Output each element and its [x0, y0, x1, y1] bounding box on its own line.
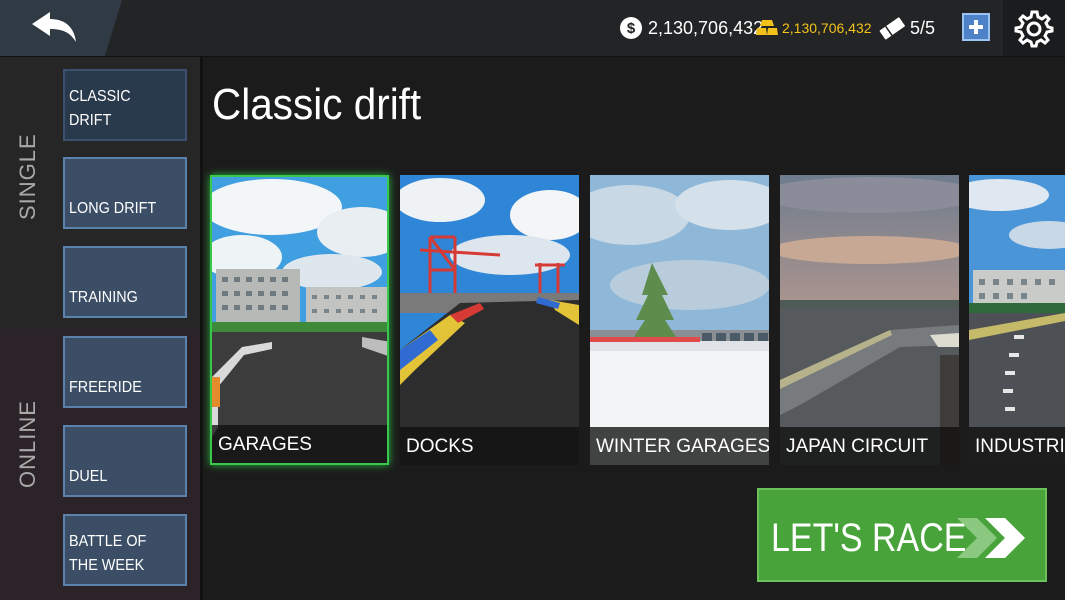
- track-preview-industrial: [969, 175, 1065, 465]
- mode-duel-button[interactable]: DUEL: [63, 425, 187, 497]
- track-label: DOCKS: [400, 427, 579, 465]
- track-card-industrial[interactable]: INDUSTRIAL: [969, 175, 1065, 465]
- track-preview-japan-circuit: [780, 175, 959, 465]
- mode-label: CLASSIC DRIFT: [69, 88, 131, 129]
- track-preview-docks: [400, 175, 579, 465]
- plus-icon: [969, 20, 983, 34]
- track-preview-garages: [212, 177, 387, 463]
- page-title: Classic drift: [212, 80, 422, 129]
- gold-amount: 2,130,706,432: [782, 20, 872, 36]
- cash-display: $ 2,130,706,432: [620, 14, 763, 42]
- tickets-count: 5/5: [910, 17, 936, 38]
- mode-label: BATTLE OF THE WEEK: [69, 533, 147, 574]
- mode-label: LONG DRIFT: [69, 200, 157, 217]
- online-section-label: ONLINE: [15, 400, 40, 488]
- mode-label: TRAINING: [69, 289, 138, 306]
- top-bar: $ 2,130,706,432 2,130,706,432 5/5: [0, 0, 1065, 57]
- gold-display: 2,130,706,432: [756, 14, 872, 42]
- track-label: JAPAN CIRCUIT: [780, 427, 959, 465]
- tickets-display: 5/5: [878, 14, 935, 42]
- dollar-coin-icon: $: [620, 17, 642, 39]
- back-button[interactable]: [0, 0, 122, 56]
- back-arrow-icon: [32, 12, 76, 42]
- single-section-label: SINGLE: [15, 133, 40, 220]
- mode-freeride-button[interactable]: FREERIDE: [63, 336, 187, 408]
- track-label: WINTER GARAGES: [590, 427, 769, 465]
- add-tickets-button[interactable]: [962, 13, 990, 41]
- mode-sidebar: SINGLE ONLINE CLASSIC DRIFT LONG DRIFT T…: [0, 57, 200, 600]
- ticket-icon: [879, 17, 905, 40]
- cash-amount: 2,130,706,432: [648, 17, 764, 38]
- track-label: INDUSTRIAL: [969, 427, 1065, 465]
- track-card-japan-circuit[interactable]: JAPAN CIRCUIT: [780, 175, 959, 465]
- track-preview-winter-garages: [590, 175, 769, 465]
- mode-label: FREERIDE: [69, 379, 142, 396]
- lets-race-label: LET'S RACE: [771, 516, 967, 560]
- settings-button[interactable]: [1003, 0, 1065, 56]
- mode-training-button[interactable]: TRAINING: [63, 246, 187, 318]
- track-label: GARAGES: [212, 425, 387, 463]
- double-chevron-icon: [957, 518, 1025, 558]
- track-card-docks[interactable]: DOCKS: [400, 175, 579, 465]
- mode-long-drift-button[interactable]: LONG DRIFT: [63, 157, 187, 229]
- sidebar-divider: [200, 57, 203, 600]
- mode-battle-of-the-week-button[interactable]: BATTLE OF THE WEEK: [63, 514, 187, 586]
- mode-label: DUEL: [69, 468, 108, 485]
- gear-icon: [1014, 10, 1054, 48]
- gold-bars-icon: [756, 20, 778, 35]
- track-card-winter-garages[interactable]: WINTER GARAGES: [590, 175, 769, 465]
- lets-race-button[interactable]: LET'S RACE: [757, 488, 1047, 582]
- mode-classic-drift-button[interactable]: CLASSIC DRIFT: [63, 69, 187, 141]
- track-card-garages[interactable]: GARAGES: [210, 175, 389, 465]
